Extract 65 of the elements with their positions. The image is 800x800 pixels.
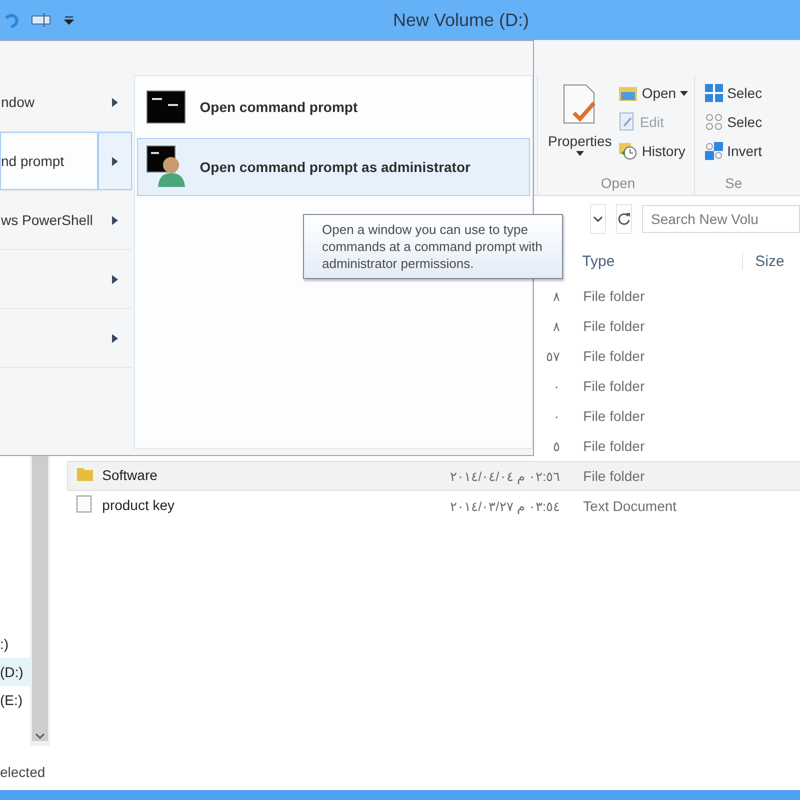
caret-icon: [576, 151, 584, 156]
ribbon-button[interactable]: Open: [618, 81, 688, 105]
type-text: File folder: [582, 348, 646, 364]
file-name: Software: [102, 467, 158, 483]
chevron-right-icon: [112, 274, 118, 284]
document-edit-icon: [618, 112, 636, 132]
date-text: ٠: [552, 408, 562, 424]
undo-icon[interactable]: [4, 12, 20, 28]
menu-item[interactable]: ws PowerShell: [0, 191, 98, 249]
submenu-arrow-button[interactable]: [98, 132, 132, 190]
nav-item[interactable]: :): [0, 630, 30, 658]
menu-item[interactable]: nd prompt: [0, 132, 98, 190]
date-text: ٨: [552, 288, 562, 304]
submenu-item[interactable]: Open command prompt: [136, 78, 530, 136]
type-text: Text Document: [582, 498, 678, 514]
group-label: Se: [724, 175, 744, 193]
tooltip: Open a window you can use to type commands at a command prompt with administrator permissions.: [303, 214, 563, 279]
type-text: File folder: [582, 408, 646, 424]
chevron-down-icon: [593, 216, 603, 222]
chevron-right-icon: [112, 156, 118, 166]
column-header[interactable]: Size: [742, 252, 800, 270]
type-text: File folder: [582, 288, 646, 304]
folder-icon: [76, 466, 94, 482]
date-text: ٠٢:٥٦ م ٢٠١٤/٠٤/٠٤: [449, 468, 562, 484]
group-label: Open: [600, 175, 636, 193]
type-text: File folder: [582, 378, 646, 394]
ribbon-button[interactable]: History: [618, 139, 688, 163]
scroll-down-icon[interactable]: [35, 733, 45, 740]
history-icon: [618, 141, 638, 161]
date-text: ٨: [552, 318, 562, 334]
ribbon-button[interactable]: Selec: [705, 81, 762, 105]
document-icon: [76, 494, 92, 512]
grid-icon: [705, 84, 724, 102]
terminal-icon: [146, 90, 186, 124]
chevron-right-icon: [112, 216, 118, 224]
ribbon-button[interactable]: Selec: [705, 110, 762, 134]
chevron-right-icon: [112, 334, 118, 342]
refresh-button[interactable]: [616, 204, 632, 234]
type-text: File folder: [582, 438, 646, 454]
properties-button[interactable]: Properties: [548, 81, 612, 175]
nav-item[interactable]: (D:): [0, 658, 30, 686]
type-text: File folder: [582, 318, 646, 334]
column-header[interactable]: Type: [582, 252, 742, 270]
type-text: File folder: [582, 468, 646, 484]
window-title: New Volume (D:): [392, 10, 529, 30]
terminal-user-icon: [146, 145, 186, 189]
search-field[interactable]: Search New Volu: [642, 204, 800, 232]
submenu-item[interactable]: Open command prompt as administrator: [136, 138, 530, 196]
dropdown-button[interactable]: [590, 204, 606, 234]
date-text: ٥٧: [545, 348, 562, 364]
refresh-icon: [617, 212, 631, 226]
menu-item[interactable]: ndow: [0, 73, 98, 131]
dropdown-icon[interactable]: [64, 15, 74, 25]
caret-icon: [680, 90, 688, 96]
folder-icon: [618, 84, 638, 102]
nav-item[interactable]: (E:): [0, 686, 30, 714]
grid-icon: [705, 113, 724, 131]
file-name: product key: [102, 497, 175, 513]
chevron-right-icon: [112, 98, 118, 106]
status-text: elected: [0, 763, 46, 782]
ribbon-button[interactable]: Invert: [705, 139, 762, 163]
date-text: ٠: [552, 378, 562, 394]
grid-icon: [705, 142, 724, 160]
date-text: ٥: [552, 438, 562, 454]
date-text: ٠٣:٥٤ م ٢٠١٤/٠٣/٢٧: [449, 498, 562, 514]
